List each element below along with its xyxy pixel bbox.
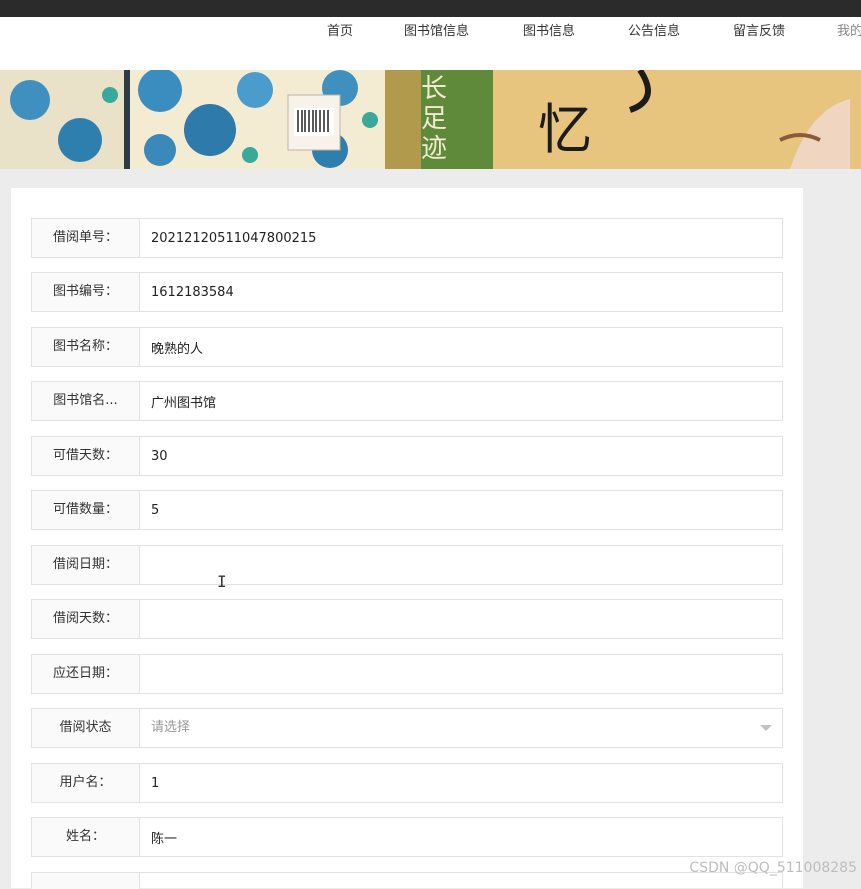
nav-item-announcements[interactable]: 公告信息 (628, 17, 680, 47)
borrow-date-label: 借阅日期： (32, 546, 140, 584)
book-number-label: 图书编号： (32, 273, 140, 311)
borrow-form-card: 借阅单号： 图书编号： 图书名称： 图书馆名... 可借天数： 可借数量： 借阅… (11, 188, 803, 889)
form-row-username: 用户名： (31, 763, 783, 803)
banner-right-text: 忆 (538, 98, 592, 161)
form-row-borrow-number: 借阅单号： (31, 218, 783, 258)
book-title-input[interactable] (140, 328, 782, 366)
borrowable-days-input[interactable] (140, 437, 782, 475)
form-row-borrow-date: 借阅日期： (31, 545, 783, 585)
form-row-book-title: 图书名称： (31, 327, 783, 367)
nav-item-home[interactable]: 首页 (327, 17, 353, 47)
top-dark-bar (0, 0, 861, 17)
nav-item-feedback[interactable]: 留言反馈 (733, 17, 785, 47)
nav-item-mine[interactable]: 我的 (837, 17, 861, 47)
text-cursor-icon: I (217, 572, 227, 591)
form-row-borrowable-days: 可借天数： (31, 436, 783, 476)
borrow-days-label: 借阅天数： (32, 600, 140, 638)
library-name-input[interactable] (140, 382, 782, 420)
watermark: CSDN @QQ_511008285 (689, 860, 857, 876)
username-input[interactable] (140, 764, 782, 802)
chevron-down-icon[interactable] (760, 725, 772, 731)
form-row-partial (31, 872, 783, 889)
name-label: 姓名： (32, 818, 140, 856)
nav-item-book-info[interactable]: 图书信息 (523, 17, 575, 47)
book-title-label: 图书名称： (32, 328, 140, 366)
form-row-name: 姓名： (31, 817, 783, 857)
form-row-borrow-days: 借阅天数： (31, 599, 783, 639)
partial-row-label (32, 873, 140, 889)
form-row-library-name: 图书馆名... (31, 381, 783, 421)
form-row-borrowable-quantity: 可借数量： (31, 490, 783, 530)
top-navigation: 首页 图书馆信息 图书信息 公告信息 留言反馈 我的 (0, 17, 861, 70)
due-date-label: 应还日期： (32, 655, 140, 693)
form-row-due-date: 应还日期： (31, 654, 783, 694)
book-number-input[interactable] (140, 273, 782, 311)
nav-item-library-info[interactable]: 图书馆信息 (404, 17, 469, 47)
borrow-number-input[interactable] (140, 219, 782, 257)
due-date-input[interactable] (140, 655, 782, 693)
banner-left-text: 长足迹 (421, 74, 448, 164)
borrow-days-input[interactable] (140, 600, 782, 638)
borrowable-quantity-input[interactable] (140, 491, 782, 529)
borrowable-days-label: 可借天数： (32, 437, 140, 475)
form-row-borrow-status: 借阅状态 请选择 (31, 708, 783, 748)
name-input[interactable] (140, 818, 782, 856)
banner-image: 长足迹 忆 (0, 70, 861, 169)
username-label: 用户名： (32, 764, 140, 802)
borrowable-quantity-label: 可借数量： (32, 491, 140, 529)
borrow-date-input[interactable] (140, 546, 782, 584)
borrow-number-label: 借阅单号： (32, 219, 140, 257)
library-name-label: 图书馆名... (32, 382, 140, 420)
borrow-status-label: 借阅状态 (32, 709, 140, 747)
borrow-status-select[interactable]: 请选择 (140, 709, 782, 747)
form-row-book-number: 图书编号： (31, 272, 783, 312)
